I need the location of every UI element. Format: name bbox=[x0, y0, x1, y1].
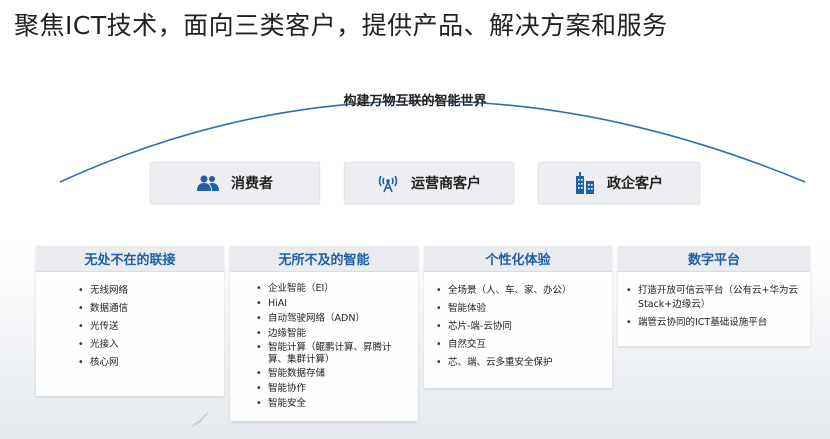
customer-carrier: 运营商客户 bbox=[344, 162, 514, 204]
column-header: 数字平台 bbox=[618, 246, 810, 272]
list-item: 核心网 bbox=[76, 356, 214, 370]
list-item: 智能数据存储 bbox=[254, 367, 408, 381]
list-item: 智能协作 bbox=[254, 382, 408, 396]
customer-enterprise: 政企客户 bbox=[538, 162, 700, 204]
list-item: 自然交互 bbox=[434, 338, 602, 352]
list-item: 智能体验 bbox=[434, 302, 602, 316]
list-item: 光传送 bbox=[76, 320, 214, 334]
users-icon bbox=[197, 174, 219, 192]
list-item: 芯片-端-云协同 bbox=[434, 320, 602, 334]
list-item: 打造开放可信云平台（公有云+华为云Stack+边缘云） bbox=[624, 284, 806, 312]
list-item: 边缘智能 bbox=[254, 327, 408, 341]
list-item: 芯、端、云多重安全保护 bbox=[434, 356, 602, 370]
customer-label: 消费者 bbox=[231, 176, 273, 192]
column-experience: 个性化体验 全场景（人、车、家、办公） 智能体验 芯片-端-云协同 自然交互 芯… bbox=[424, 246, 612, 388]
column-header: 无处不在的联接 bbox=[36, 246, 224, 272]
list-item: 智能计算（鲲鹏计算、昇腾计算、集群计算） bbox=[254, 342, 408, 366]
list-item: 光接入 bbox=[76, 338, 214, 352]
column-header: 无所不及的智能 bbox=[230, 246, 418, 272]
list-item: 企业智能（EI） bbox=[254, 282, 408, 296]
column-connectivity: 无处不在的联接 无线网络 数据通信 光传送 光接入 核心网 bbox=[36, 246, 224, 396]
list-item: 自动驾驶网络（ADN） bbox=[254, 312, 408, 326]
customer-consumer: 消费者 bbox=[150, 162, 320, 204]
list-item: HiAI bbox=[254, 297, 408, 311]
customer-label: 运营商客户 bbox=[411, 176, 481, 192]
column-header: 个性化体验 bbox=[424, 246, 612, 272]
list-item: 无线网络 bbox=[76, 284, 214, 298]
list-item: 智能安全 bbox=[254, 397, 408, 411]
buildings-icon bbox=[575, 172, 595, 194]
antenna-tower-icon bbox=[377, 173, 399, 193]
subtitle: 构建万物互联的智能世界 bbox=[343, 94, 487, 109]
list-item: 全场景（人、车、家、办公） bbox=[434, 284, 602, 298]
bird-icon bbox=[190, 412, 210, 428]
customer-label: 政企客户 bbox=[607, 176, 663, 192]
column-intelligence: 无所不及的智能 企业智能（EI） HiAI 自动驾驶网络（ADN） 边缘智能 智… bbox=[230, 246, 418, 421]
column-digital-platform: 数字平台 打造开放可信云平台（公有云+华为云Stack+边缘云） 端管云协同的I… bbox=[618, 246, 810, 346]
list-item: 端管云协同的ICT基础设施平台 bbox=[624, 316, 806, 330]
list-item: 数据通信 bbox=[76, 302, 214, 316]
